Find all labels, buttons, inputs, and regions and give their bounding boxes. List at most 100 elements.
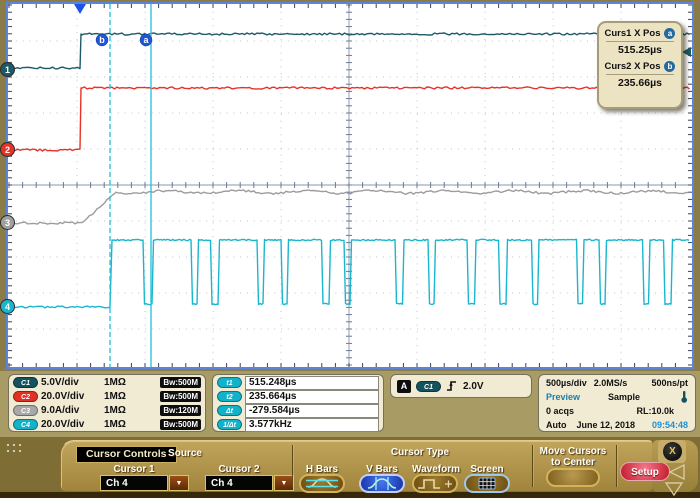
cursor2-dropdown-arrow[interactable]: ▼	[274, 475, 294, 491]
channel-3-settings: C3 9.0A/div 1MΩ Bw:120M	[13, 404, 201, 417]
channel-4-marker[interactable]: 4	[0, 299, 15, 314]
divider	[292, 445, 293, 487]
resolution-value: 500ns/pt	[651, 377, 688, 388]
datetime-row: Auto June 12, 2018 09:54:48	[546, 418, 688, 431]
waveform-cursor-icon	[418, 479, 452, 489]
divider	[532, 445, 533, 487]
curs2-pos-value: 235.66µs	[617, 77, 662, 89]
ch3-scale: 9.0A/div	[41, 405, 80, 416]
acqs-row: 0 acqs RL:10.0k	[546, 404, 688, 417]
panel-grip-handle[interactable]	[5, 442, 21, 456]
date-value: June 12, 2018	[576, 419, 636, 430]
ch1-badge: C1	[13, 377, 38, 388]
move-cursors-label: Move Cursors to Center	[539, 446, 607, 468]
source-label: Source	[168, 448, 202, 459]
trigger-readout-box: A C1 2.0V	[390, 374, 532, 398]
cursor2-source-select[interactable]: Ch 4	[205, 475, 273, 491]
cursor-position-readout: Curs1 X Pos a 515.25µs Curs2 X Pos b 235…	[597, 21, 683, 109]
timebase-value: 500µs/div	[546, 377, 587, 388]
status-readout-bar: C1 5.0V/div 1MΩ Bw:500M C2 20.0V/div 1MΩ…	[0, 371, 700, 437]
divider	[616, 445, 617, 487]
trigger-a-badge: A	[397, 379, 411, 393]
v-bars-icon	[367, 477, 397, 490]
v-bars-button[interactable]	[359, 474, 405, 493]
panel-bottom-strip	[0, 492, 700, 498]
cursor1-dropdown-arrow[interactable]: ▼	[169, 475, 189, 491]
thermometer-icon	[681, 391, 687, 403]
cursor1-label: Cursor 1	[113, 464, 155, 475]
t1-readout: t1 515.248µs	[217, 375, 379, 390]
time-value: 09:54:48	[651, 419, 688, 430]
cursor-b-label[interactable]: b	[95, 33, 109, 47]
screen-cursor-button[interactable]	[464, 474, 510, 493]
curs1-pos-value: 515.25µs	[617, 44, 662, 56]
t1-badge: t1	[217, 377, 242, 388]
delta-t-readout: Δt -279.584µs	[217, 403, 379, 418]
h-bars-button[interactable]	[299, 474, 345, 493]
ch3-bandwidth: Bw:120M	[160, 405, 201, 416]
h-bars-icon	[306, 478, 338, 488]
t2-value: 235.664µs	[245, 389, 379, 404]
waveform-display: b a 1 2 3 4 Curs1 X Pos a 515.25µs Curs2…	[0, 0, 700, 371]
inverse-delta-t-badge: 1/Δt	[217, 419, 242, 430]
cursor-a-badge: a	[664, 28, 676, 39]
sample-rate-value: 2.0MS/s	[593, 377, 628, 388]
cursor-a-label[interactable]: a	[139, 33, 153, 47]
acquisition-readout-box: 500µs/div 2.0MS/s 500ns/pt Preview Sampl…	[538, 374, 696, 432]
preview-status: Preview	[546, 391, 581, 402]
screen-grid-icon	[478, 477, 496, 490]
graticule-frame: b a	[6, 2, 694, 369]
waveform-button[interactable]	[412, 474, 458, 493]
cursor-b-badge: b	[664, 61, 676, 72]
delta-t-value: -279.584µs	[245, 403, 379, 418]
trigger-level-value: 2.0V	[463, 380, 484, 392]
ch4-impedance: 1MΩ	[104, 419, 126, 430]
ch2-scale: 20.0V/div	[41, 391, 85, 402]
ch3-badge: C3	[13, 405, 38, 416]
delta-t-badge: Δt	[217, 405, 242, 416]
mode-row: Preview Sample	[546, 390, 688, 403]
cursor-controls-panel: Cursor Controls Source Cursor 1 Ch 4 ▼ C…	[0, 437, 700, 498]
record-length: RL:10.0k	[636, 405, 674, 416]
timebase-row: 500µs/div 2.0MS/s 500ns/pt	[546, 376, 688, 389]
t2-badge: t2	[217, 391, 242, 402]
ch2-impedance: 1MΩ	[104, 391, 126, 402]
rising-edge-icon	[447, 381, 456, 391]
cursor-type-label: Cursor Type	[390, 447, 450, 458]
nav-down-arrow-icon[interactable]	[664, 482, 684, 497]
panel-nav-arrows	[664, 463, 685, 497]
channel-3-marker[interactable]: 3	[0, 215, 15, 230]
oscilloscope-ui: b a 1 2 3 4 Curs1 X Pos a 515.25µs Curs2…	[0, 0, 700, 498]
channel-settings-box: C1 5.0V/div 1MΩ Bw:500M C2 20.0V/div 1MΩ…	[8, 374, 206, 432]
divider	[606, 41, 674, 42]
ch2-bandwidth: Bw:500M	[160, 391, 201, 402]
trigger-source-badge: C1	[416, 380, 441, 392]
cursor-readout-box: t1 515.248µs t2 235.664µs Δt -279.584µs …	[212, 374, 384, 432]
move-cursors-to-center-button[interactable]	[546, 468, 600, 487]
channel-2-marker[interactable]: 2	[0, 142, 15, 157]
ch1-bandwidth: Bw:500M	[160, 377, 201, 388]
trigger-position-marker[interactable]	[74, 4, 86, 14]
svg-text:b: b	[99, 35, 105, 45]
inverse-delta-t-readout: 1/Δt 3.577kHz	[217, 417, 379, 432]
trigger-mode: Auto	[546, 419, 567, 430]
curs1-pos-label: Curs1 X Pos	[604, 28, 661, 39]
acquisition-mode: Sample	[608, 391, 641, 402]
ch1-scale: 5.0V/div	[41, 377, 79, 388]
t2-readout: t2 235.664µs	[217, 389, 379, 404]
close-button[interactable]: X	[663, 442, 682, 461]
ch4-scale: 20.0V/div	[41, 419, 85, 430]
acquisitions-count: 0 acqs	[546, 405, 575, 416]
divider	[606, 74, 674, 75]
trigger-level-marker[interactable]	[682, 47, 691, 57]
ch2-badge: C2	[13, 391, 38, 402]
ch4-bandwidth: Bw:500M	[160, 419, 201, 430]
channel-2-settings: C2 20.0V/div 1MΩ Bw:500M	[13, 390, 201, 403]
ch3-impedance: 1MΩ	[104, 405, 126, 416]
nav-left-arrow-icon[interactable]	[668, 463, 685, 481]
cursor1-source-select[interactable]: Ch 4	[100, 475, 168, 491]
ch4-badge: C4	[13, 419, 38, 430]
channel-1-marker[interactable]: 1	[0, 62, 15, 77]
channel-4-settings: C4 20.0V/div 1MΩ Bw:500M	[13, 418, 201, 431]
cursor2-label: Cursor 2	[218, 464, 260, 475]
